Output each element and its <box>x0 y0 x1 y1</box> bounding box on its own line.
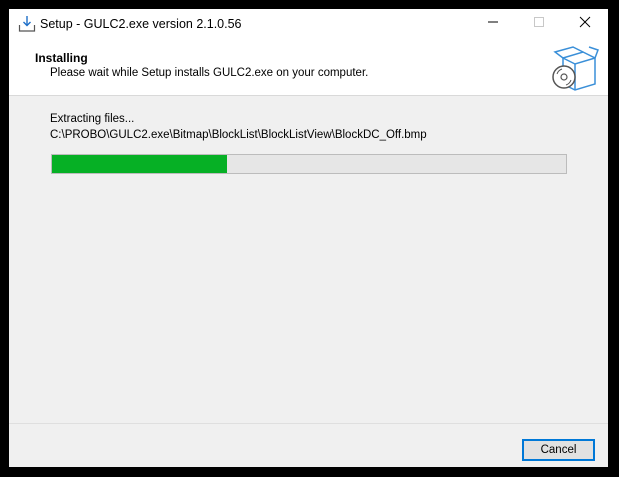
progress-bar-fill <box>52 155 227 173</box>
footer-divider <box>9 423 608 424</box>
maximize-button <box>516 9 562 39</box>
maximize-icon <box>533 15 545 33</box>
title-bar[interactable]: Setup - GULC2.exe version 2.1.0.56 <box>9 9 608 39</box>
close-button[interactable] <box>562 9 608 39</box>
progress-bar <box>51 154 567 174</box>
setup-download-icon <box>18 15 36 33</box>
window-title: Setup - GULC2.exe version 2.1.0.56 <box>40 17 242 31</box>
minimize-icon <box>487 15 499 33</box>
wizard-header: Installing Please wait while Setup insta… <box>9 39 608 96</box>
install-box-disc-icon <box>549 44 599 94</box>
minimize-button[interactable] <box>470 9 516 39</box>
cancel-button[interactable]: Cancel <box>522 439 595 461</box>
current-file-path: C:\PROBO\GULC2.exe\Bitmap\BlockList\Bloc… <box>50 129 427 141</box>
page-title: Installing <box>35 51 88 65</box>
status-text: Extracting files... <box>50 113 135 125</box>
page-subtitle: Please wait while Setup installs GULC2.e… <box>50 67 369 79</box>
close-icon <box>579 15 591 33</box>
setup-window: Setup - GULC2.exe version 2.1.0.56 Insta… <box>9 9 608 467</box>
